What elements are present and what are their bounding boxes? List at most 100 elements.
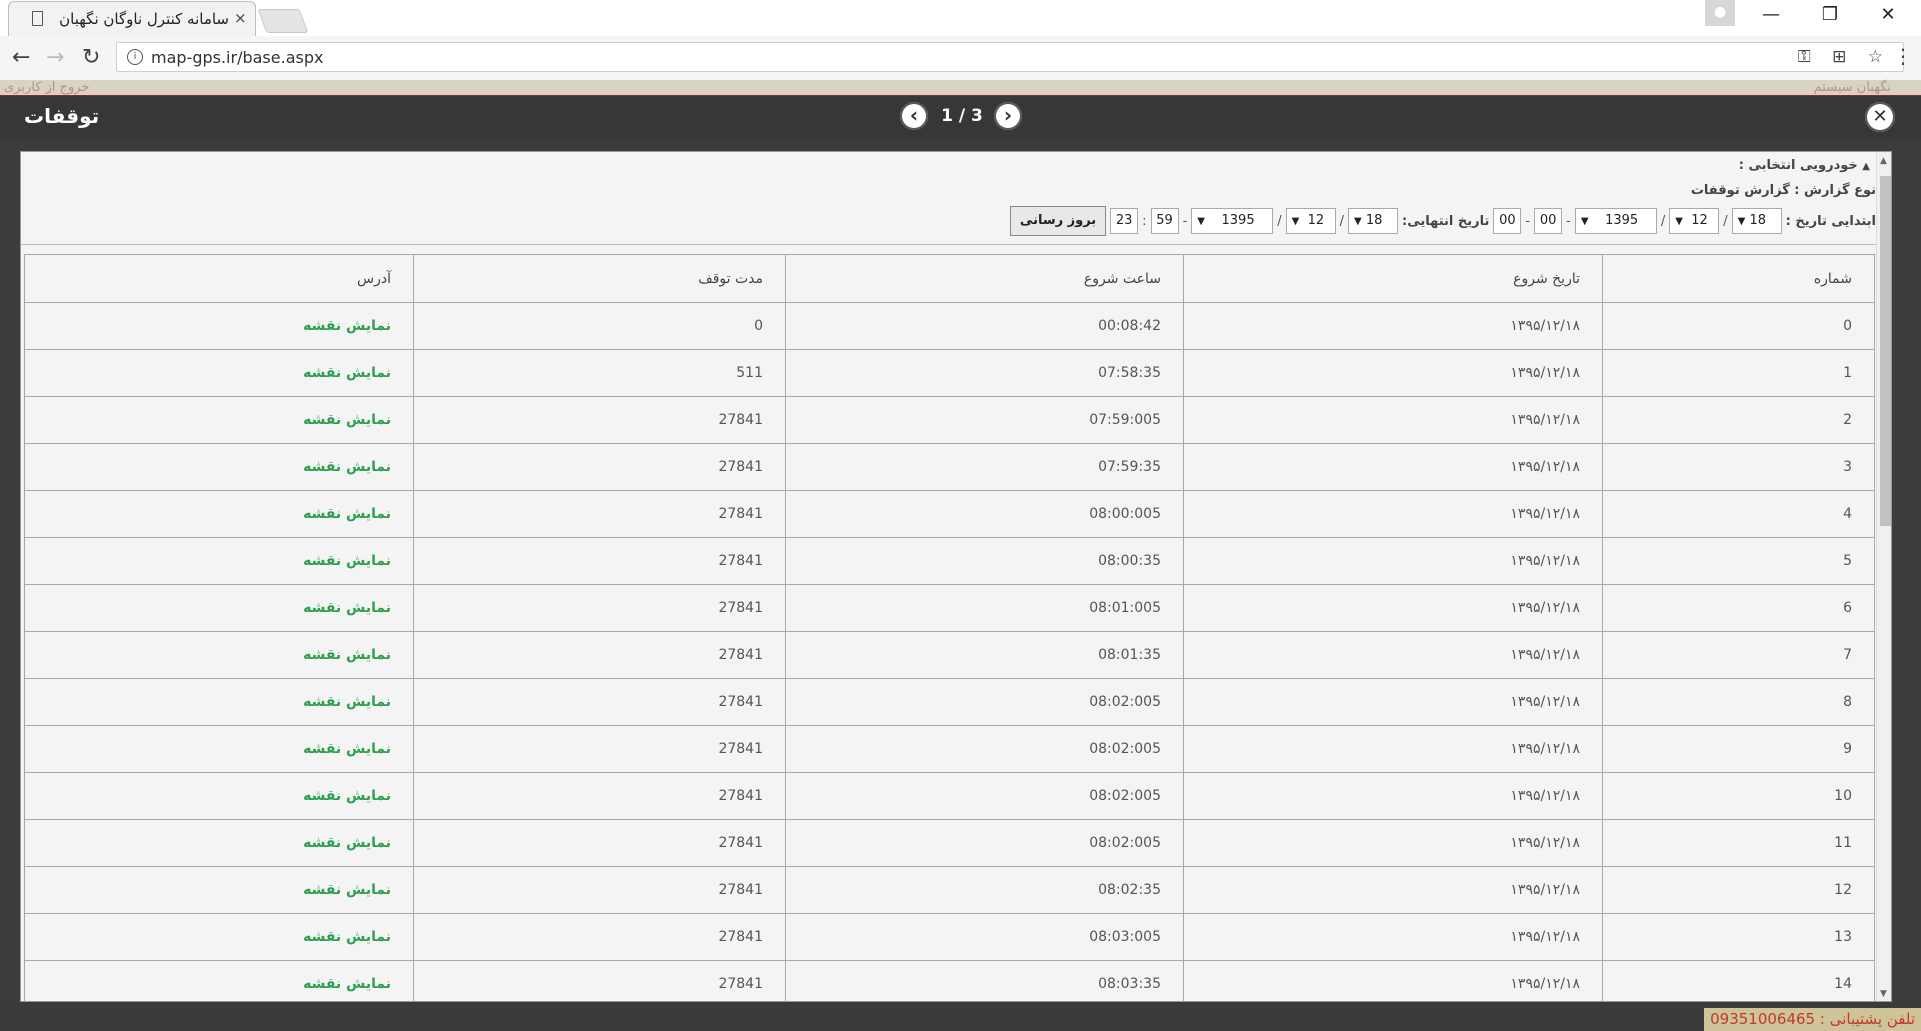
cell-address: نمایش نقشه	[24, 537, 414, 585]
next-page-button[interactable]: ›	[994, 102, 1022, 130]
start-year-value: 1395	[1605, 213, 1639, 228]
support-phone-banner: تلفن پشتیبانی : 09351006465	[1704, 1008, 1921, 1031]
new-tab-button[interactable]	[257, 9, 309, 33]
cell-start-time: 07:58:35	[785, 349, 1184, 397]
cell-start-date: ۱۳۹۵/۱۲/۱۸	[1183, 819, 1603, 867]
tab-close-icon[interactable]: ×	[234, 9, 247, 27]
show-map-link[interactable]: نمایش نقشه	[303, 459, 391, 475]
chevron-down-icon: ▼	[1580, 216, 1589, 227]
header-start-time[interactable]: ساعت شروع	[785, 254, 1184, 303]
cell-address: نمایش نقشه	[24, 960, 414, 1001]
scrollbar-thumb[interactable]	[1880, 176, 1891, 526]
table-row: 7 ۱۳۹۵/۱۲/۱۸ 08:01:35 27841 نمایش نقشه	[24, 631, 1875, 679]
show-map-link[interactable]: نمایش نقشه	[303, 365, 391, 381]
modal-close-button[interactable]: ✕	[1865, 102, 1895, 132]
logout-link[interactable]: خروج از کاربری	[4, 80, 89, 95]
header-number[interactable]: شماره	[1602, 254, 1875, 303]
show-map-link[interactable]: نمایش نقشه	[303, 835, 391, 851]
report-type-row: نوع گزارش : گزارش توقفات	[1691, 183, 1876, 198]
show-map-link[interactable]: نمایش نقشه	[303, 929, 391, 945]
show-map-link[interactable]: نمایش نقشه	[303, 741, 391, 757]
cell-start-time: 08:01:35	[785, 631, 1184, 679]
cell-start-time: 07:59:35	[785, 443, 1184, 491]
stops-table: شماره تاریخ شروع ساعت شروع مدت توقف آدرس…	[24, 254, 1875, 1001]
show-map-link[interactable]: نمایش نقشه	[303, 412, 391, 428]
cell-address: نمایش نقشه	[24, 866, 414, 914]
scroll-up-icon[interactable]: ▲	[1880, 156, 1887, 166]
cell-stop-duration: 27841	[413, 490, 786, 538]
cell-number: 11	[1602, 819, 1875, 867]
cell-start-time: 08:02:005	[785, 772, 1184, 820]
omnibox-icons[interactable]: ⚿ ⊞ ☆	[1798, 47, 1891, 67]
show-map-link[interactable]: نمایش نقشه	[303, 553, 391, 569]
show-map-link[interactable]: نمایش نقشه	[303, 694, 391, 710]
table-row: 10 ۱۳۹۵/۱۲/۱۸ 08:02:005 27841 نمایش نقشه	[24, 772, 1875, 820]
dash-separator: -	[1182, 213, 1188, 229]
close-window-button[interactable]: ✕	[1868, 4, 1908, 25]
start-year-select[interactable]: ▼ 1395	[1574, 208, 1657, 234]
cell-start-time: 07:59:005	[785, 396, 1184, 444]
profile-button[interactable]: ●	[1705, 0, 1735, 26]
cell-stop-duration: 27841	[413, 537, 786, 585]
date-separator: /	[1723, 213, 1728, 229]
cell-stop-duration: 27841	[413, 725, 786, 773]
cell-start-date: ۱۳۹۵/۱۲/۱۸	[1183, 960, 1603, 1001]
date-separator: /	[1339, 213, 1345, 229]
refresh-button[interactable]: بروز رسانی	[1009, 206, 1107, 236]
cell-stop-duration: 27841	[413, 819, 786, 867]
show-map-link[interactable]: نمایش نقشه	[303, 600, 391, 616]
minimize-button[interactable]: —	[1751, 4, 1791, 25]
show-map-link[interactable]: نمایش نقشه	[303, 318, 391, 334]
table-row: 3 ۱۳۹۵/۱۲/۱۸ 07:59:35 27841 نمایش نقشه	[24, 443, 1875, 491]
start-minute-input[interactable]: 00	[1493, 208, 1522, 234]
end-minute-input[interactable]: 23	[1110, 208, 1139, 234]
cell-start-date: ۱۳۹۵/۱۲/۱۸	[1183, 302, 1603, 350]
scroll-down-icon[interactable]: ▼	[1880, 989, 1887, 999]
header-start-date[interactable]: تاریخ شروع	[1183, 254, 1603, 303]
cell-stop-duration: 27841	[413, 678, 786, 726]
start-month-select[interactable]: ▼ 12	[1669, 208, 1720, 234]
maximize-button[interactable]: ❐	[1810, 4, 1850, 25]
date-separator: /	[1277, 213, 1282, 229]
show-map-link[interactable]: نمایش نقشه	[303, 882, 391, 898]
reload-icon[interactable]: ↻	[82, 45, 100, 70]
cell-start-time: 08:02:005	[785, 819, 1184, 867]
url-field[interactable]: i map-gps.ir/base.aspx ⚿ ⊞ ☆	[116, 42, 1904, 72]
end-month-select[interactable]: ▼ 12	[1285, 208, 1336, 234]
show-map-link[interactable]: نمایش نقشه	[303, 976, 391, 992]
info-icon[interactable]: i	[127, 49, 143, 65]
show-map-link[interactable]: نمایش نقشه	[303, 647, 391, 663]
header-stop-duration[interactable]: مدت توقف	[413, 254, 786, 303]
browser-tab[interactable]: سامانه کنترل ناوگان نگهبان ×	[8, 1, 256, 36]
end-hour-input[interactable]: 59	[1150, 208, 1179, 234]
end-day-select[interactable]: ▼ 18	[1348, 208, 1399, 234]
support-phone: 09351006465	[1710, 1010, 1816, 1028]
vertical-scrollbar[interactable]: ▲ ▼	[1876, 152, 1891, 1001]
show-map-link[interactable]: نمایش نقشه	[303, 506, 391, 522]
cell-start-date: ۱۳۹۵/۱۲/۱۸	[1183, 443, 1603, 491]
cell-start-date: ۱۳۹۵/۱۲/۱۸	[1183, 678, 1603, 726]
url-text[interactable]: map-gps.ir/base.aspx	[151, 48, 323, 67]
dash-separator: -	[1566, 213, 1571, 229]
browser-tab-bar: سامانه کنترل ناوگان نگهبان × ● — ❐ ✕	[0, 0, 1921, 36]
cell-stop-duration: 27841	[413, 443, 786, 491]
start-day-select[interactable]: ▼ 18	[1731, 208, 1782, 234]
browser-menu-icon[interactable]: ⋮	[1893, 44, 1913, 68]
cell-start-time: 08:03:005	[785, 913, 1184, 961]
collapse-icon[interactable]: ▲	[1862, 161, 1870, 172]
support-label: تلفن پشتیبانی :	[1819, 1010, 1915, 1028]
back-icon[interactable]: ←	[12, 45, 30, 70]
start-hour-input[interactable]: 00	[1534, 208, 1563, 234]
forward-icon[interactable]: →	[46, 45, 64, 70]
chevron-down-icon: ▼	[1354, 216, 1362, 227]
end-year-select[interactable]: ▼ 1395	[1191, 208, 1274, 234]
table-row: 12 ۱۳۹۵/۱۲/۱۸ 08:02:35 27841 نمایش نقشه	[24, 866, 1875, 914]
prev-page-button[interactable]: ‹	[900, 102, 928, 130]
chevron-down-icon: ▼	[1675, 216, 1683, 227]
cell-number: 9	[1602, 725, 1875, 773]
cell-start-date: ۱۳۹۵/۱۲/۱۸	[1183, 913, 1603, 961]
cell-number: 2	[1602, 396, 1875, 444]
show-map-link[interactable]: نمایش نقشه	[303, 788, 391, 804]
cell-stop-duration: 27841	[413, 584, 786, 632]
header-address[interactable]: آدرس	[24, 254, 414, 303]
